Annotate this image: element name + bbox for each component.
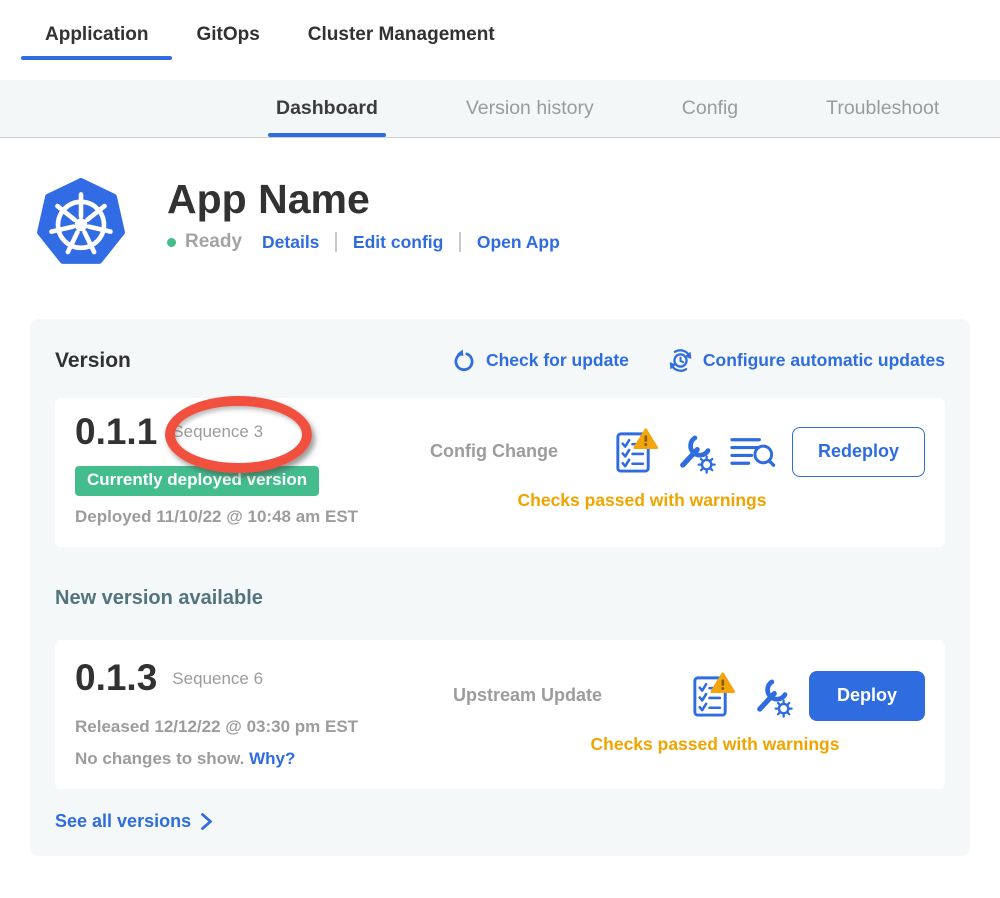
edit-config-icon[interactable] [671, 429, 716, 474]
app-status-row: Ready Details Edit config Open App [167, 231, 560, 253]
primary-nav: Application GitOps Cluster Management [0, 0, 1000, 80]
status-dot [167, 238, 176, 247]
preflight-checks-icon[interactable] [688, 672, 735, 719]
tab-troubleshoot[interactable]: Troubleshoot [826, 80, 939, 137]
details-link[interactable]: Details [262, 232, 319, 253]
available-version-row: 0.1.3 Sequence 6 Released 12/12/22 @ 03:… [55, 640, 945, 788]
open-app-link[interactable]: Open App [477, 232, 560, 253]
app-sub-nav: Dashboard Version history Config Trouble… [0, 80, 1000, 138]
version-panel-header: Version Check for update Configure [55, 347, 945, 374]
no-changes-text: No changes to show. Why? [75, 749, 405, 769]
view-diff-icon[interactable] [729, 428, 776, 475]
why-link[interactable]: Why? [249, 749, 295, 768]
checks-status-link[interactable]: Checks passed with warnings [405, 734, 925, 755]
deploy-button[interactable]: Deploy [809, 671, 925, 721]
page-title: App Name [167, 177, 560, 222]
see-all-versions-link[interactable]: See all versions [55, 811, 213, 832]
tab-application[interactable]: Application [21, 24, 172, 67]
edit-config-icon[interactable] [748, 673, 793, 718]
tab-cluster-management[interactable]: Cluster Management [284, 24, 519, 67]
current-version-number: 0.1.1 [75, 410, 157, 454]
current-version-row: 0.1.1 Sequence 3 Currently deployed vers… [55, 398, 945, 547]
available-version-sequence: Sequence 6 [172, 669, 263, 689]
tab-gitops[interactable]: GitOps [172, 24, 283, 67]
checks-status-link[interactable]: Checks passed with warnings [405, 490, 925, 511]
available-version-number: 0.1.3 [75, 656, 157, 700]
current-version-sequence: Sequence 3 [172, 422, 263, 442]
released-timestamp: Released 12/12/22 @ 03:30 pm EST [75, 717, 405, 737]
version-panel: Version Check for update Configure [30, 319, 970, 856]
version-type-label: Config Change [430, 441, 558, 462]
status-text: Ready [185, 231, 242, 253]
edit-config-link[interactable]: Edit config [353, 232, 443, 253]
clock-arrows-icon [667, 347, 694, 374]
divider [335, 232, 337, 252]
currently-deployed-badge: Currently deployed version [75, 466, 319, 496]
divider [459, 232, 461, 252]
tab-config[interactable]: Config [682, 80, 738, 137]
version-type-label: Upstream Update [453, 685, 602, 706]
deployed-timestamp: Deployed 11/10/22 @ 10:48 am EST [75, 507, 405, 527]
configure-automatic-updates-link[interactable]: Configure automatic updates [667, 347, 945, 374]
kubernetes-logo [35, 175, 127, 271]
check-for-update-link[interactable]: Check for update [451, 348, 629, 374]
tab-version-history[interactable]: Version history [466, 80, 594, 137]
refresh-icon [451, 348, 477, 374]
app-header: App Name Ready Details Edit config Open … [35, 175, 1000, 271]
chevron-right-icon [200, 812, 213, 831]
tab-dashboard[interactable]: Dashboard [276, 80, 378, 137]
preflight-checks-icon[interactable] [611, 428, 658, 475]
version-panel-title: Version [55, 349, 131, 373]
new-version-heading: New version available [55, 587, 945, 610]
redeploy-button[interactable]: Redeploy [792, 427, 925, 477]
